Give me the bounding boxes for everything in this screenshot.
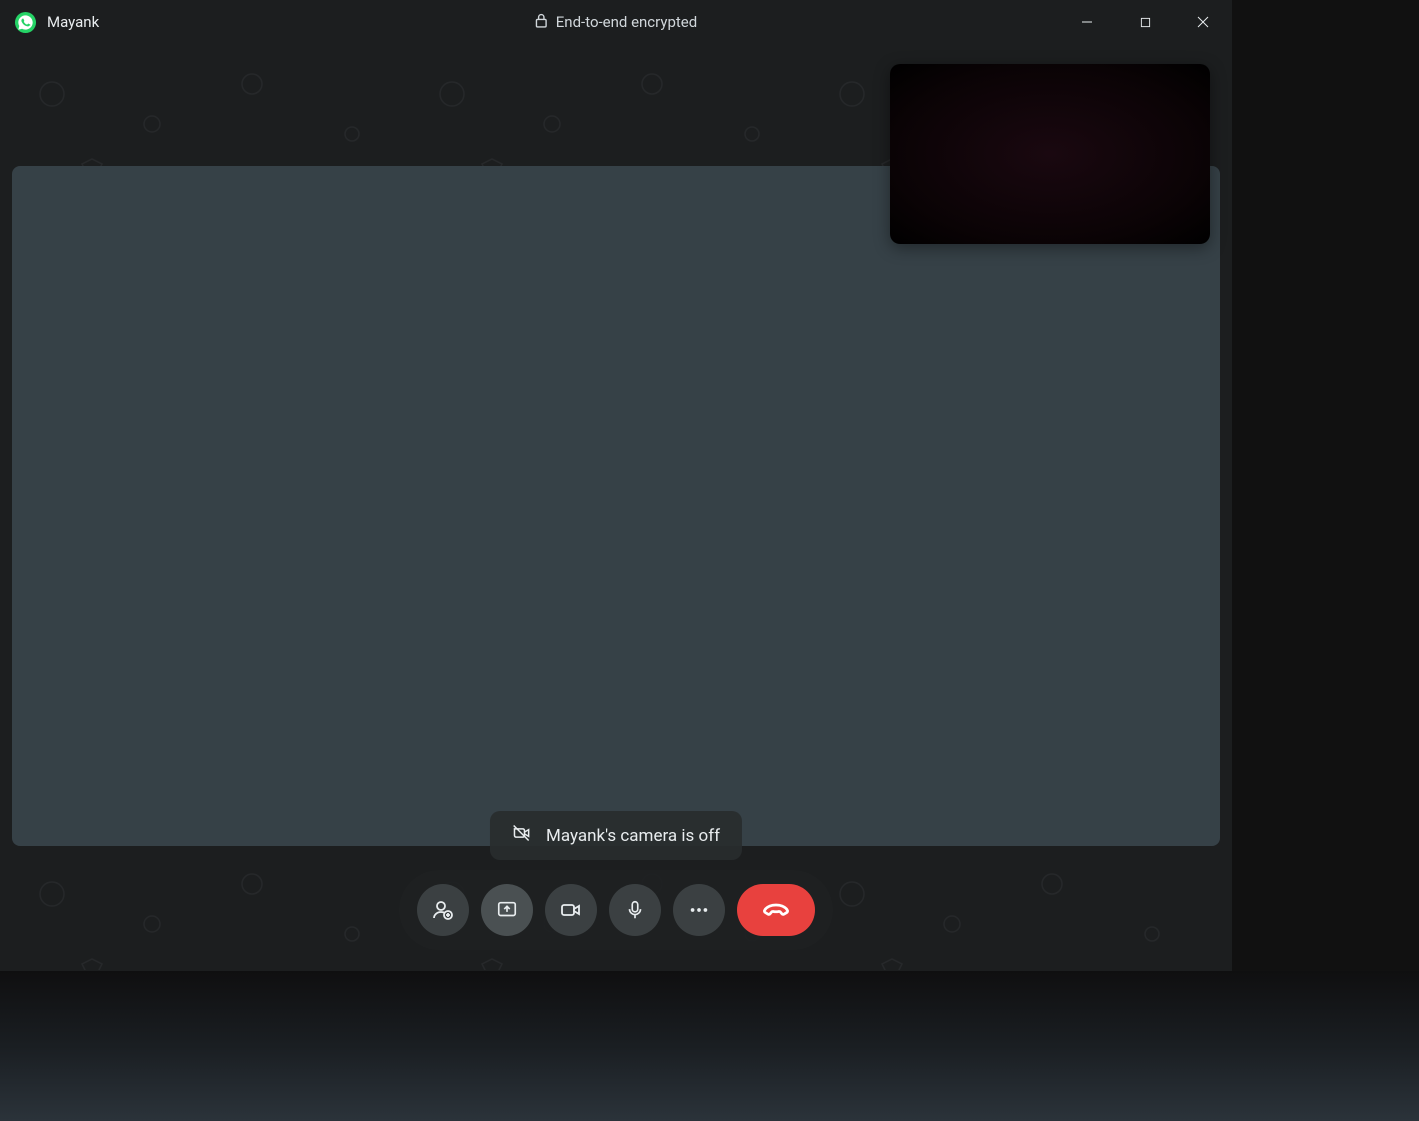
lock-icon <box>535 13 548 32</box>
desktop-background-strip <box>0 971 1419 1121</box>
whatsapp-icon <box>14 11 37 34</box>
minimize-button[interactable] <box>1058 0 1116 44</box>
remote-video-area <box>12 166 1220 846</box>
camera-off-text: Mayank's camera is off <box>546 826 720 846</box>
camera-off-badge: Mayank's camera is off <box>490 811 742 860</box>
screen-share-button[interactable] <box>481 884 533 936</box>
maximize-button[interactable] <box>1116 0 1174 44</box>
self-video-preview[interactable] <box>890 64 1210 244</box>
microphone-toggle-button[interactable] <box>609 884 661 936</box>
encryption-indicator: End-to-end encrypted <box>535 13 697 32</box>
call-window: Mayank End-to-end encrypted <box>0 0 1232 972</box>
more-options-button[interactable] <box>673 884 725 936</box>
titlebar[interactable]: Mayank End-to-end encrypted <box>0 0 1232 44</box>
end-call-button[interactable] <box>737 884 815 936</box>
encryption-label: End-to-end encrypted <box>556 13 697 31</box>
camera-toggle-button[interactable] <box>545 884 597 936</box>
window-controls <box>1058 0 1232 44</box>
call-control-bar <box>399 870 833 950</box>
add-participant-button[interactable] <box>417 884 469 936</box>
camera-off-icon <box>512 823 532 848</box>
contact-name: Mayank <box>47 13 99 31</box>
close-button[interactable] <box>1174 0 1232 44</box>
call-content: Mayank's camera is off <box>2 44 1230 970</box>
